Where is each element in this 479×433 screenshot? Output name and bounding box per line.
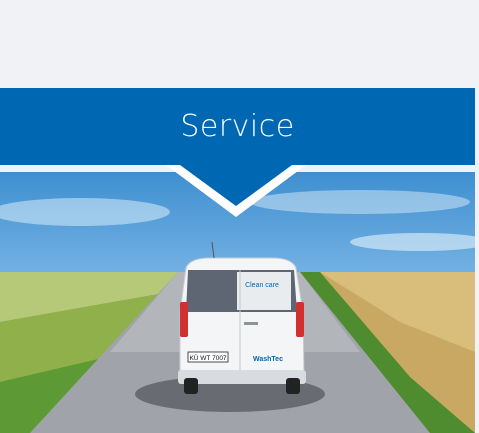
window-decal: Clean care [245,282,279,289]
van-brand-logo: WashTec [253,356,283,363]
service-title: Service [180,109,295,144]
license-plate: KÜ WT 7007 [189,354,226,362]
service-card[interactable]: Clean care KÜ WT 7007 WashTec Service [0,88,475,433]
header-notch-inner [180,165,292,206]
